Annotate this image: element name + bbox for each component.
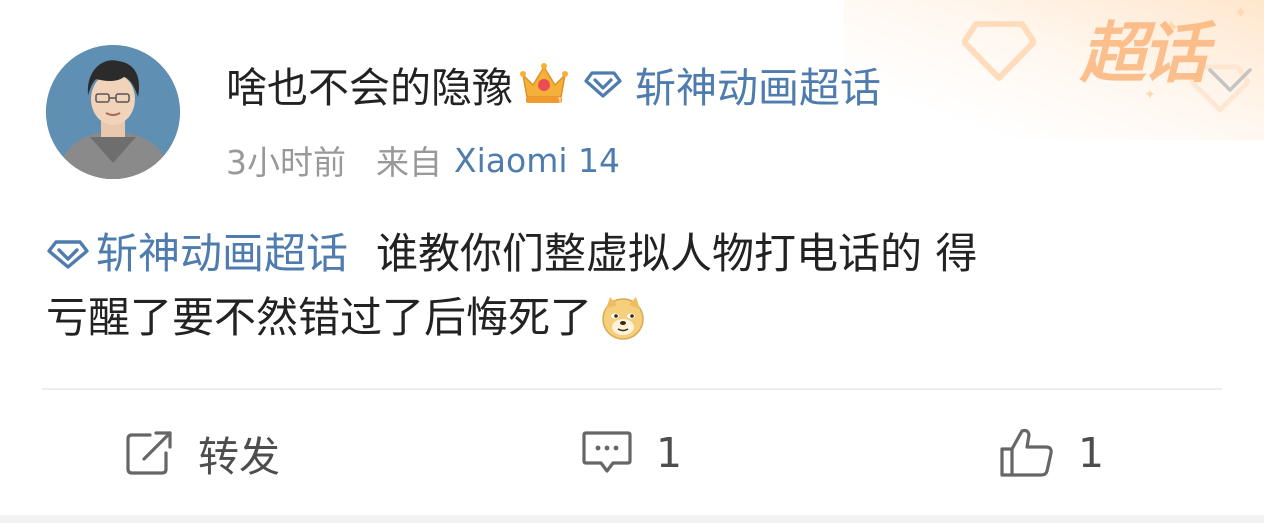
comment-button[interactable]: 1: [580, 420, 682, 486]
sparkle-icon: ✦: [1234, 3, 1248, 22]
username[interactable]: 啥也不会的隐豫: [226, 54, 513, 114]
crown-icon[interactable]: 1: [519, 61, 569, 107]
super-topic-diamond-icon: [584, 71, 622, 98]
super-topic-link[interactable]: 斩神动画超话: [46, 222, 348, 286]
svg-text:1: 1: [557, 97, 563, 107]
post-body-line: 斩神动画超话 谁教你们整虚拟人物打电话的 得: [46, 222, 1226, 286]
source-label: 来自: [376, 143, 442, 182]
source-device[interactable]: Xiaomi 14: [454, 141, 620, 180]
chevron-down-icon[interactable]: [1206, 66, 1254, 94]
diamond-watermark-icon: [962, 21, 1036, 81]
comment-count: 1: [656, 429, 683, 477]
super-topic-watermark: ✦ ✦ ✦ 超话: [844, 0, 1264, 140]
post-body: 斩神动画超话 谁教你们整虚拟人物打电话的 得 亏醒了要不然错过了后悔死了: [46, 222, 1226, 350]
super-topic-link-text: 斩神动画超话: [96, 229, 349, 278]
avatar[interactable]: [46, 45, 180, 179]
post-header: 啥也不会的隐豫 1 斩神动画超话: [226, 52, 881, 116]
thumbs-up-icon: [1000, 428, 1053, 477]
super-topic-diamond-icon: [47, 240, 89, 269]
post-meta: 3小时前 来自 Xiaomi 14: [226, 136, 620, 184]
doge-icon: [602, 297, 644, 340]
repost-icon: [126, 431, 172, 475]
divider: [42, 388, 1222, 390]
post-time: 3小时前: [226, 143, 346, 182]
super-topic-name: 斩神动画超话: [635, 64, 881, 112]
post-text: 亏醒了要不然错过了后悔死了: [46, 293, 593, 342]
post-text: 谁教你们整虚拟人物打电话的 得: [376, 229, 978, 278]
repost-button[interactable]: 转发: [124, 420, 280, 486]
super-topic-chip[interactable]: 斩神动画超话: [583, 54, 881, 114]
like-count: 1: [1078, 429, 1105, 477]
post-body-line: 亏醒了要不然错过了后悔死了: [46, 286, 1226, 350]
super-topic-watermark-text: 超话: [1080, 15, 1208, 92]
repost-label: 转发: [198, 433, 280, 481]
avatar-illustration: [46, 45, 180, 179]
comment-icon: [582, 431, 632, 473]
card-separator: [0, 515, 1264, 523]
like-button[interactable]: 1: [998, 420, 1104, 486]
weibo-post-card: ✦ ✦ ✦ 超话 啥也不会的隐豫 1 斩神动画超话 3小时前 来自 Xiaomi…: [0, 0, 1264, 515]
